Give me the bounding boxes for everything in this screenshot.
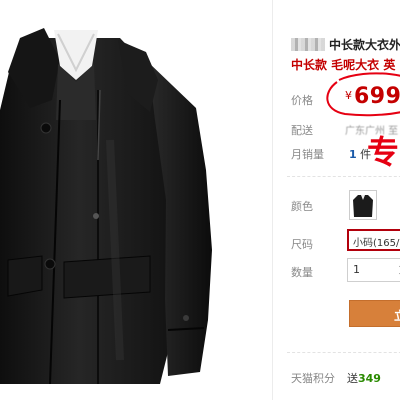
coat-thumbnail-icon	[353, 195, 373, 217]
divider	[287, 176, 400, 177]
redacted-brand	[291, 38, 325, 51]
color-label: 颜色	[291, 200, 313, 213]
product-image[interactable]	[0, 0, 272, 384]
product-subtitle: 中长款 毛呢大衣 英	[291, 58, 396, 72]
buy-now-button[interactable]: 立	[349, 300, 400, 327]
black-coat-illustration	[0, 28, 212, 384]
divider	[287, 352, 400, 353]
price-label: 价格	[291, 94, 313, 107]
quantity-input[interactable]: 1	[347, 258, 400, 282]
promo-mark: 专	[367, 133, 400, 171]
points-value: 送349	[347, 372, 381, 385]
product-title: 中长款大衣外	[291, 36, 400, 53]
color-swatch-black[interactable]	[349, 190, 377, 220]
size-option-selected[interactable]: 小码(165/	[347, 229, 400, 251]
shipping-label: 配送	[291, 124, 313, 137]
price-value: ¥699	[345, 84, 400, 109]
quantity-label: 数量	[291, 266, 313, 279]
currency-symbol: ¥	[345, 89, 352, 102]
monthly-sales-label: 月销量	[291, 148, 324, 161]
price-number: 699	[354, 84, 400, 109]
points-label: 天猫积分	[291, 372, 335, 385]
points-row: 天猫积分 送349	[291, 370, 381, 386]
product-info-panel: 中长款大衣外 中长款 毛呢大衣 英 价格 ¥699 配送 广东广州 至 月销量 …	[272, 0, 400, 400]
size-label: 尺码	[291, 238, 313, 251]
